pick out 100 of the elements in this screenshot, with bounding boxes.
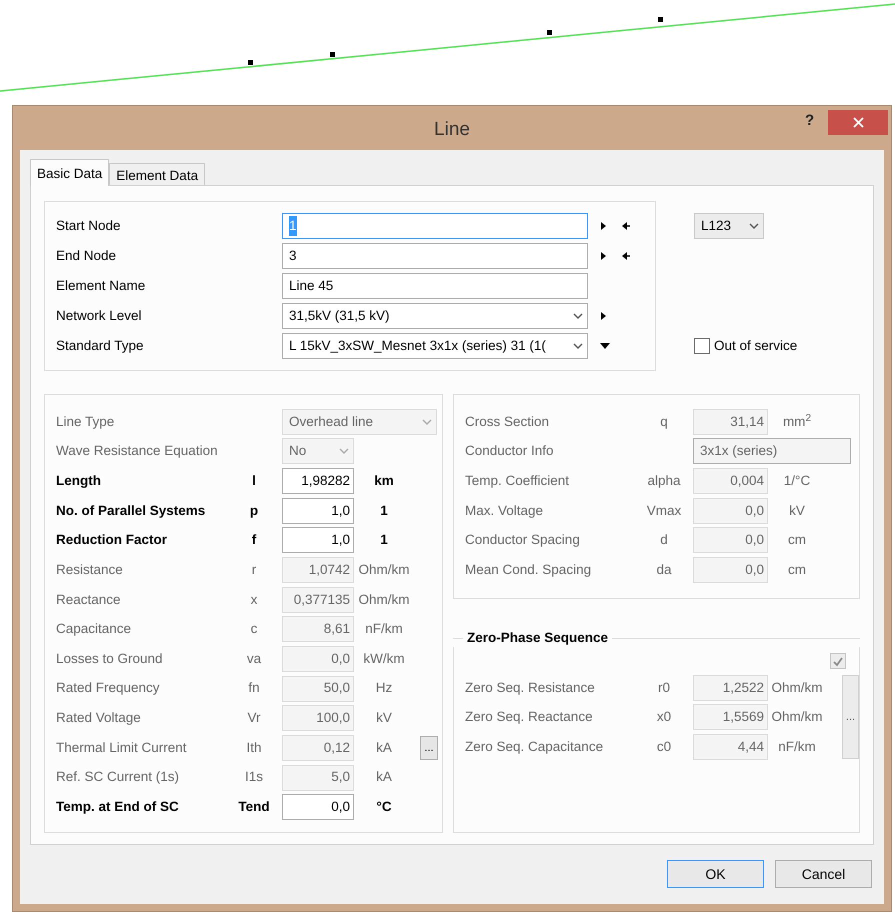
- input-field[interactable]: 1: [282, 213, 588, 239]
- input-field[interactable]: 1,0: [282, 527, 354, 554]
- field-label: Length: [56, 472, 102, 490]
- field-label: Rated Frequency: [56, 679, 161, 698]
- dialog-button[interactable]: OK: [667, 860, 764, 888]
- input-field[interactable]: 1,98282: [282, 468, 354, 494]
- field-label: Mean Cond. Spacing: [465, 560, 592, 579]
- field-label: Zero Seq. Resistance: [465, 678, 596, 697]
- dialog-button[interactable]: Cancel: [775, 860, 872, 888]
- chevron-down-icon: [573, 342, 583, 350]
- unit-label: kV: [788, 502, 806, 520]
- tab[interactable]: Basic Data: [30, 159, 110, 186]
- unit-label: Ohm/km: [357, 590, 410, 609]
- field-label: Rated Voltage: [56, 709, 142, 728]
- chevron-down-icon: [422, 418, 432, 426]
- unit-label: kA: [375, 738, 393, 757]
- unit-label: kA: [375, 768, 393, 786]
- symbol-label: Ith: [245, 738, 262, 757]
- check-icon: [832, 656, 844, 666]
- field-label: No. of Parallel Systems: [56, 502, 206, 520]
- symbol-label: l: [251, 472, 257, 490]
- arrow-left-icon[interactable]: [621, 221, 630, 231]
- arrow-right-icon[interactable]: [600, 311, 607, 321]
- field-label: Conductor Info: [465, 442, 555, 460]
- unit-label: kW/km: [362, 650, 406, 668]
- symbol-label: va: [246, 650, 262, 668]
- symbol-label: c: [250, 620, 258, 638]
- unit-label: km: [373, 472, 395, 490]
- unit-label: Ohm/km: [770, 678, 824, 697]
- input-field[interactable]: 1,0: [282, 498, 354, 524]
- unit-label: 1: [379, 531, 389, 550]
- arrow-right-icon[interactable]: [600, 221, 607, 231]
- unit-label: 1/°C: [782, 472, 812, 490]
- window-title: Line: [434, 118, 470, 142]
- field-label: Start Node: [56, 216, 122, 235]
- symbol-label: Vmax: [646, 502, 682, 520]
- arrow-down-icon[interactable]: [600, 342, 610, 350]
- symbol-label: da: [655, 560, 673, 579]
- unit-label: Hz: [374, 679, 394, 698]
- field-label: Zero Seq. Capacitance: [465, 738, 604, 756]
- unit-label: Ohm/km: [357, 560, 410, 579]
- field-label: Line Type: [56, 412, 116, 431]
- unit-label: mm$^{2}$: [782, 412, 812, 431]
- symbol-label: I1s: [244, 768, 264, 786]
- close-icon: [852, 117, 864, 128]
- input-field[interactable]: 3: [282, 243, 588, 269]
- help-button[interactable]: ?: [805, 110, 814, 132]
- unit-label: cm: [787, 560, 807, 579]
- field-label: Resistance: [56, 560, 124, 579]
- chevron-down-icon: [749, 222, 759, 230]
- field-label: Element Name: [56, 276, 146, 295]
- arrow-right-icon[interactable]: [600, 251, 607, 261]
- input-field[interactable]: 0,0: [282, 794, 354, 820]
- arrow-left-icon[interactable]: [621, 251, 630, 261]
- symbol-label: q: [659, 412, 669, 431]
- dropdown[interactable]: L 15kV_3xSW_Mesnet 3x1x (series) 31 (1(: [282, 333, 588, 359]
- field-label: Max. Voltage: [465, 502, 544, 520]
- field-label: Wave Resistance Equation: [56, 442, 219, 460]
- symbol-label: x: [250, 590, 258, 609]
- unit-label: kV: [375, 709, 393, 728]
- chevron-down-icon: [573, 312, 583, 320]
- field-label: Ref. SC Current (1s): [56, 768, 180, 786]
- field-label: End Node: [56, 246, 118, 265]
- symbol-label: x0: [656, 708, 672, 726]
- chevron-down-icon: [339, 447, 349, 456]
- symbol-label: c0: [656, 738, 672, 756]
- field-label: Standard Type: [56, 336, 145, 355]
- unit-label: nF/km: [777, 738, 817, 756]
- field-label: Losses to Ground: [56, 650, 164, 668]
- unit-label: nF/km: [364, 620, 404, 638]
- field-label: Thermal Limit Current: [56, 738, 188, 757]
- unit-label: Ohm/km: [770, 708, 824, 726]
- input-field[interactable]: Line 45: [282, 273, 588, 299]
- field-label: Cross Section: [465, 412, 550, 431]
- symbol-label: r: [250, 560, 258, 579]
- field-label: Zero Seq. Reactance: [465, 708, 594, 726]
- group-title: Zero-Phase Sequence: [466, 628, 610, 647]
- symbol-label: r0: [656, 678, 671, 697]
- field-label: Reactance: [56, 590, 122, 609]
- unit-label: °C: [375, 798, 393, 816]
- dropdown[interactable]: 31,5kV (31,5 kV): [282, 303, 588, 329]
- symbol-label: alpha: [646, 472, 682, 490]
- checkbox-label: Out of service: [714, 336, 798, 355]
- symbol-label: d: [659, 531, 669, 550]
- field-label: Temp. at End of SC: [56, 798, 180, 816]
- more-button[interactable]: ...: [842, 675, 859, 759]
- field-label: Temp. Coefficient: [465, 472, 570, 490]
- close-button[interactable]: [828, 110, 888, 135]
- symbol-label: Tend: [237, 798, 271, 816]
- unit-label: cm: [787, 531, 807, 550]
- checkbox[interactable]: [694, 338, 710, 354]
- checkbox[interactable]: [830, 653, 846, 669]
- unit-label: 1: [379, 502, 389, 520]
- field-label: Capacitance: [56, 620, 132, 638]
- tab[interactable]: Element Data: [109, 163, 206, 185]
- dropdown[interactable]: L123: [694, 213, 764, 239]
- symbol-label: p: [248, 502, 260, 520]
- symbol-label: fn: [247, 679, 261, 698]
- symbol-label: Vr: [246, 709, 262, 728]
- field-label: Network Level: [56, 306, 143, 325]
